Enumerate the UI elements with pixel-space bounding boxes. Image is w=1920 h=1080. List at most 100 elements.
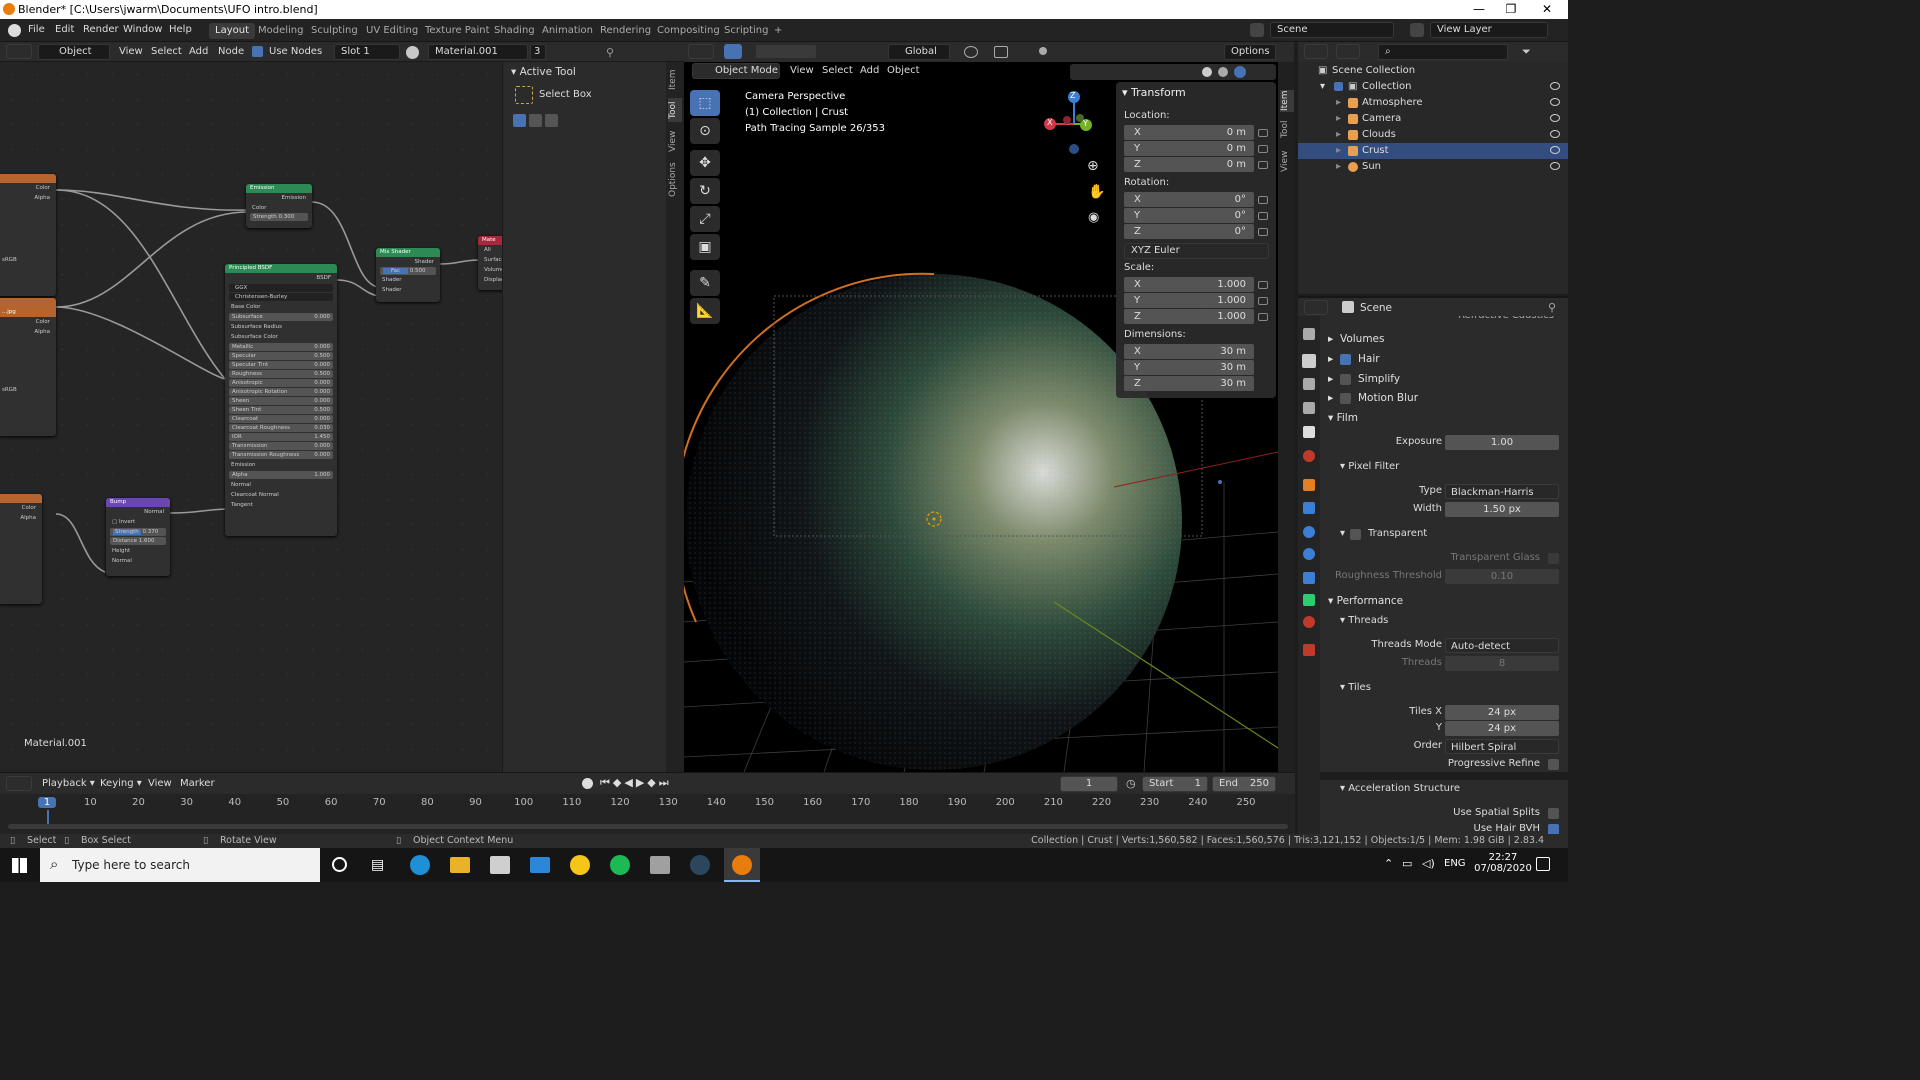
rotation-field[interactable]: X 0° — [1124, 192, 1254, 207]
emission-strength-field[interactable]: Strength 0.300 — [250, 213, 308, 221]
end-frame-field[interactable]: End 250 — [1212, 776, 1276, 792]
object-mode-select[interactable]: Object Mode — [692, 63, 780, 79]
mix-fac-field[interactable]: Fac 0.500 — [380, 267, 436, 275]
marker-menu[interactable]: Marker — [180, 778, 215, 789]
blender-taskbar-button[interactable] — [724, 848, 760, 882]
physics-props-icon[interactable] — [1303, 548, 1315, 560]
scene-props-tab-icon[interactable] — [1303, 426, 1315, 438]
view-layer-selector[interactable]: View Layer — [1430, 22, 1548, 38]
lock-icon[interactable] — [1258, 145, 1268, 153]
tab-item[interactable]: Item — [668, 68, 682, 92]
app-window-icon[interactable] — [650, 856, 670, 874]
tile-order-select[interactable]: Hilbert Spiral — [1445, 739, 1559, 754]
image-texture-node-2[interactable]: ...jpg Color Alpha sRGB — [0, 298, 56, 436]
node-editor-canvas[interactable]: Color Alpha sRGB ...jpg Color Alpha sRGB… — [0, 62, 502, 772]
emission-node[interactable]: Emission Emission Color Strength 0.300 — [246, 184, 312, 228]
playback-menu[interactable]: Playback ▾ — [42, 778, 95, 789]
network-icon[interactable]: ▭ — [1402, 857, 1412, 870]
timeline[interactable]: 1 10 20 30 40 50 60 70 80 90 100 110 120 130 140 150 160… — [0, 794, 1295, 834]
lock-icon[interactable] — [1258, 297, 1268, 305]
bump-distance-field[interactable]: Distance 1.600 — [110, 537, 166, 545]
image-texture-node-3[interactable]: Color Alpha — [0, 494, 42, 604]
exposure-field[interactable]: 1.00 — [1445, 435, 1559, 450]
bsdf-input-row[interactable]: Subsurface Radius — [225, 322, 337, 332]
panel-volumes[interactable]: ▸ Volumes — [1320, 330, 1568, 348]
material-users-count[interactable]: 3 — [530, 44, 546, 60]
current-frame-field[interactable]: 1 — [1060, 776, 1118, 792]
cursor-tool-icon[interactable]: ⊙ — [690, 118, 720, 144]
clock[interactable]: 22:27 07/08/2020 — [1474, 852, 1532, 874]
select-mode-subtract-icon[interactable] — [545, 114, 558, 127]
threads-mode-select[interactable]: Auto-detect — [1445, 638, 1559, 653]
data-props-icon[interactable] — [1303, 594, 1315, 606]
bsdf-input-row[interactable]: Subsurface 0.000 — [229, 313, 333, 321]
tab-modeling[interactable]: Modeling — [252, 23, 310, 39]
lock-icon[interactable] — [1258, 281, 1268, 289]
bsdf-input-row[interactable]: Subsurface Color — [225, 332, 337, 342]
progressive-refine-checkbox[interactable] — [1548, 759, 1559, 770]
file-explorer-icon[interactable] — [450, 857, 470, 873]
eye-icon[interactable] — [1550, 146, 1560, 154]
tab-uv-editing[interactable]: UV Editing — [360, 23, 424, 39]
pin-icon[interactable]: ⚲ — [1548, 301, 1556, 314]
rotate-tool-icon[interactable]: ↻ — [690, 178, 720, 204]
bump-strength-field[interactable]: Strength 0.370 — [110, 528, 166, 536]
bsdf-input-row[interactable]: Clearcoat Normal — [225, 490, 337, 500]
keying-menu[interactable]: Keying ▾ — [100, 778, 142, 789]
expand-arrow-icon[interactable]: ▸ — [1336, 143, 1341, 159]
filter-icon[interactable]: ⏷ — [1522, 45, 1531, 59]
volume-icon[interactable]: ◁) — [1422, 857, 1435, 870]
bsdf-input-row[interactable]: Transmission 0.000 — [229, 442, 333, 450]
scene-selector[interactable]: Scene — [1270, 22, 1394, 38]
tiles-y-field[interactable]: 24 px — [1445, 721, 1559, 736]
steam-icon[interactable] — [690, 855, 710, 875]
selection-mode-icons[interactable] — [756, 45, 816, 58]
material-props-icon[interactable] — [1303, 616, 1315, 628]
menu-window[interactable]: Window — [123, 24, 162, 35]
outliner-item[interactable]: ▸ Camera — [1298, 111, 1568, 127]
transform-header[interactable]: ▾ Transform — [1122, 86, 1186, 99]
tab-tool[interactable]: Tool — [668, 98, 682, 122]
panel-hair[interactable]: ▸ Hair — [1320, 350, 1568, 368]
proportional-edit-icon[interactable] — [1039, 47, 1047, 55]
timeline-view-menu[interactable]: View — [148, 778, 172, 789]
record-icon[interactable] — [582, 778, 593, 789]
cortana-icon[interactable] — [332, 857, 347, 872]
image-texture-node-1[interactable]: Color Alpha sRGB — [0, 174, 56, 296]
select-box-icon[interactable] — [515, 86, 533, 104]
object-props-icon[interactable] — [1303, 479, 1315, 491]
collection-checkbox[interactable] — [1334, 82, 1343, 91]
bsdf-input-row[interactable]: Clearcoat 0.000 — [229, 415, 333, 423]
menu-file[interactable]: File — [28, 24, 45, 35]
outliner-scene-collection[interactable]: ▣ Scene Collection — [1298, 63, 1568, 79]
dimensions-field[interactable]: Z 30 m — [1124, 376, 1254, 391]
colorspace-field[interactable]: sRGB — [0, 255, 56, 265]
bsdf-input-row[interactable]: Clearcoat Roughness 0.030 — [229, 424, 333, 432]
simplify-checkbox[interactable] — [1340, 374, 1351, 385]
taskbar-search-box[interactable]: ⌕ Type here to search — [40, 848, 320, 882]
task-view-icon[interactable]: ▤ — [371, 857, 384, 873]
expand-arrow-icon[interactable]: ▸ — [1336, 95, 1341, 111]
eye-icon[interactable] — [1550, 98, 1560, 106]
outliner-item[interactable]: ▸ Crust — [1298, 143, 1568, 159]
rendered-shading-icon[interactable] — [1234, 66, 1246, 78]
move-tool-icon[interactable]: ✥ — [690, 150, 720, 176]
eye-icon[interactable] — [1550, 114, 1560, 122]
blender-menu-icon[interactable] — [8, 24, 21, 37]
filter-width-field[interactable]: 1.50 px — [1445, 502, 1559, 517]
viewport-editor-type-icon[interactable] — [688, 44, 714, 59]
spatial-splits-checkbox[interactable] — [1548, 808, 1559, 819]
node-menu-select[interactable]: Select — [151, 46, 182, 57]
lock-icon[interactable] — [1258, 129, 1268, 137]
subsurface-method-select[interactable]: Christensen-Burley — [229, 293, 333, 301]
bump-invert[interactable]: ▢ Invert — [106, 517, 170, 527]
viewport-options-button[interactable]: Options — [1224, 44, 1276, 60]
viewport-menu-add[interactable]: Add — [860, 65, 879, 76]
modifier-props-icon[interactable] — [1303, 502, 1315, 514]
playback-controls[interactable]: ⏮◆◀▶◆⏭ — [600, 776, 672, 790]
viewport-menu-view[interactable]: View — [790, 65, 814, 76]
expand-arrow-icon[interactable]: ▾ — [1320, 79, 1325, 95]
location-field[interactable]: Y 0 m — [1124, 141, 1254, 156]
shading-controls[interactable] — [1070, 64, 1276, 80]
location-field[interactable]: Z 0 m — [1124, 157, 1254, 172]
